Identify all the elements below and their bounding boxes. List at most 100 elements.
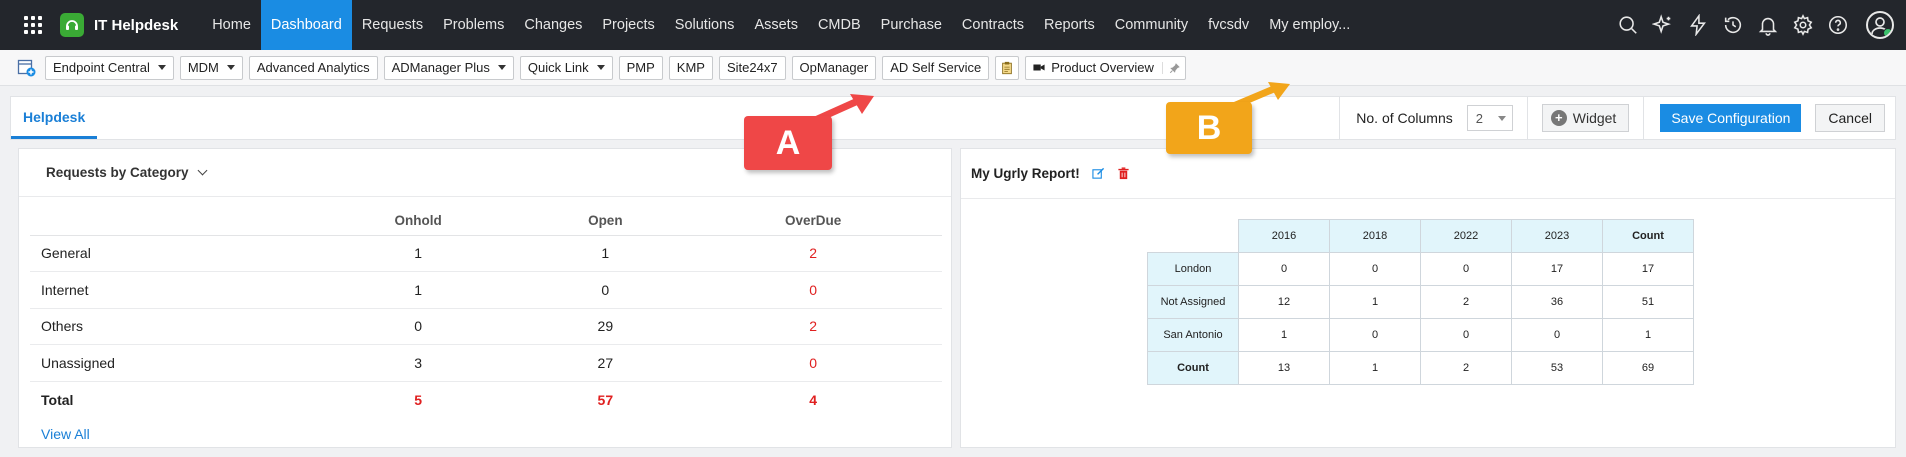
table-row[interactable]: Unassigned 3 27 0: [30, 344, 942, 382]
cell-overdue[interactable]: 0: [684, 271, 942, 309]
cell-onhold[interactable]: 3: [310, 344, 527, 382]
nav-item-cmdb[interactable]: CMDB: [808, 0, 871, 50]
table-row[interactable]: Others 0 29 2: [30, 308, 942, 345]
tab-helpdesk[interactable]: Helpdesk: [11, 97, 98, 139]
pivot-column-header: 2022: [1420, 219, 1512, 253]
quick-links-toolbar: Endpoint Central MDM Advanced Analytics ADM…: [0, 50, 1906, 86]
quicklink-quick-link[interactable]: Quick Link: [519, 55, 613, 80]
cell-open[interactable]: 29: [526, 308, 685, 345]
widget-label: Widget: [1572, 110, 1617, 126]
user-avatar-icon[interactable]: [1866, 11, 1894, 39]
ai-sparkle-icon[interactable]: [1652, 14, 1674, 36]
cell-overdue[interactable]: 2: [684, 308, 942, 345]
quicklink-pmp[interactable]: PMP: [618, 55, 663, 80]
table-row[interactable]: General 1 1 2: [30, 235, 942, 272]
nav-item-reports[interactable]: Reports: [1034, 0, 1105, 50]
pivot-cell: 17: [1511, 252, 1603, 286]
nav-item-home[interactable]: Home: [202, 0, 261, 50]
cell-onhold[interactable]: 0: [310, 308, 527, 345]
pivot-cell: 51: [1602, 285, 1694, 319]
edit-icon[interactable]: [1092, 167, 1105, 180]
cell-overdue[interactable]: 4: [684, 381, 942, 418]
quicklink-ad-self-service[interactable]: AD Self Service: [882, 55, 990, 80]
nav-icon-group: [1617, 0, 1894, 50]
divider: [1643, 97, 1645, 139]
nav-item-fvcsdv[interactable]: fvcsdv: [1198, 0, 1259, 50]
table-header-row: 2016 2018 2022 2023 Count: [1148, 219, 1694, 253]
nav-item-contracts[interactable]: Contracts: [952, 0, 1034, 50]
quicklink-admanager-plus[interactable]: ADManager Plus: [383, 55, 514, 80]
nav-item-my-employ[interactable]: My employ...: [1259, 0, 1360, 50]
save-configuration-button[interactable]: Save Configuration: [1660, 104, 1802, 132]
cell-open[interactable]: 57: [526, 381, 684, 418]
search-icon[interactable]: [1617, 14, 1639, 36]
callout-a-label: A: [744, 116, 832, 170]
quicklink-label: ADManager Plus: [391, 60, 490, 75]
pivot-cell: 1: [1238, 318, 1330, 352]
delete-icon[interactable]: [1117, 167, 1130, 180]
quicklink-opmanager[interactable]: OpManager: [791, 55, 877, 80]
pivot-cell: 1: [1602, 318, 1694, 352]
bell-icon[interactable]: [1757, 14, 1779, 36]
quicklink-site24x7[interactable]: Site24x7: [718, 55, 786, 80]
table-header-row: Onhold Open OverDue: [30, 207, 942, 236]
add-quicklink-icon[interactable]: [15, 56, 39, 80]
table-total-row[interactable]: Total 5 57 4: [30, 381, 942, 418]
cell-label: Total: [41, 391, 74, 408]
nav-item-changes[interactable]: Changes: [514, 0, 592, 50]
pivot-column-header: 2016: [1238, 219, 1330, 253]
chevron-down-icon[interactable]: [497, 65, 506, 70]
history-icon[interactable]: [1722, 14, 1744, 36]
app-switcher-icon[interactable]: [20, 12, 46, 38]
divider: [1526, 97, 1528, 139]
quicklink-mdm[interactable]: MDM: [179, 55, 243, 80]
gear-icon[interactable]: [1792, 14, 1814, 36]
product-overview-button[interactable]: Product Overview: [1025, 55, 1186, 80]
chevron-down-icon[interactable]: [197, 165, 207, 176]
cell-onhold[interactable]: 5: [310, 381, 526, 418]
help-icon[interactable]: [1827, 14, 1849, 36]
add-widget-button[interactable]: + Widget: [1541, 104, 1630, 132]
cell-label: Unassigned: [30, 344, 310, 382]
product-overview-label: Product Overview: [1051, 60, 1154, 75]
table-row[interactable]: Internet 1 0 0: [30, 271, 942, 309]
pivot-cell: 17: [1602, 252, 1694, 286]
cell-onhold[interactable]: 1: [310, 235, 527, 272]
chevron-down-icon[interactable]: [157, 65, 166, 70]
nav-item-requests[interactable]: Requests: [352, 0, 433, 50]
chevron-down-icon[interactable]: [596, 65, 605, 70]
chevron-down-icon[interactable]: [226, 65, 235, 70]
nav-item-purchase[interactable]: Purchase: [871, 0, 952, 50]
lightning-icon[interactable]: [1687, 14, 1709, 36]
quicklink-endpoint-central[interactable]: Endpoint Central: [45, 55, 174, 80]
quicklink-kmp[interactable]: KMP: [668, 55, 713, 80]
nav-item-projects[interactable]: Projects: [592, 0, 664, 50]
pivot-column-header: 2023: [1511, 219, 1603, 253]
nav-item-dashboard[interactable]: Dashboard: [260, 0, 352, 50]
cell-overdue[interactable]: 0: [684, 344, 942, 382]
quicklink-label: OpManager: [799, 60, 869, 75]
cancel-button[interactable]: Cancel: [1815, 104, 1885, 132]
pin-icon[interactable]: [1161, 61, 1181, 74]
view-all-link[interactable]: View All: [41, 426, 90, 442]
cell-open[interactable]: 1: [526, 235, 685, 272]
cell-open[interactable]: 27: [526, 344, 685, 382]
cell-overdue[interactable]: 2: [684, 235, 942, 272]
cell-onhold[interactable]: 1: [310, 271, 527, 309]
widget-title: My Ugrly Report!: [971, 166, 1080, 181]
pivot-cell: 1: [1329, 351, 1421, 385]
pivot-row-header: London: [1147, 252, 1239, 286]
nav-item-solutions[interactable]: Solutions: [665, 0, 745, 50]
column-header-label: [30, 207, 310, 236]
pivot-row-header: San Antonio: [1147, 318, 1239, 352]
quicklink-advanced-analytics[interactable]: Advanced Analytics: [248, 55, 378, 80]
cell-open[interactable]: 0: [526, 271, 685, 309]
nav-item-community[interactable]: Community: [1105, 0, 1198, 50]
pivot-cell: 0: [1420, 252, 1512, 286]
nav-item-assets[interactable]: Assets: [744, 0, 808, 50]
nav-item-problems[interactable]: Problems: [433, 0, 514, 50]
clipboard-icon[interactable]: [995, 55, 1020, 80]
app-title: IT Helpdesk: [94, 16, 179, 34]
columns-select[interactable]: 2: [1466, 105, 1513, 131]
quicklink-label: MDM: [187, 60, 219, 75]
